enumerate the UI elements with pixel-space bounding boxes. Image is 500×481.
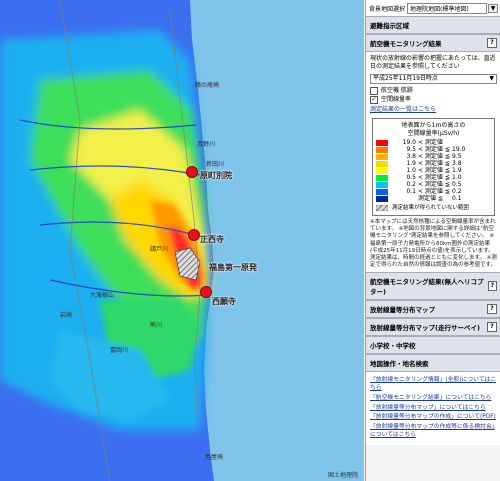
map-area[interactable]: 原町別院 正西寺 福島第一原発 西願寺 鶴の尾崎 真野川 新田川 請戸川 熊川 … (0, 0, 364, 481)
legend-row: 測定値 ≦ 0.1 (376, 195, 491, 203)
legend-title-2: 空間線量率(μSv/h) (407, 129, 460, 137)
label-futaba: 正西寺 (200, 235, 224, 244)
check-dose-rate[interactable]: ✓ 空間線量率 (370, 96, 497, 105)
label-okawa: 大滝根山 (90, 292, 115, 299)
marker-futaba[interactable] (188, 229, 200, 241)
chevron-down-icon[interactable]: ▼ (488, 4, 498, 13)
label-mano: 真野川 (197, 141, 216, 148)
hatch-swatch (376, 205, 388, 212)
evacuation-header[interactable]: 避難指示区域 (366, 16, 500, 34)
label-npp: 福島第一原発 (209, 263, 257, 272)
legend-swatch (376, 196, 388, 203)
label-kuma: 熊川 (150, 322, 163, 329)
legend-box: 地表面から1mの高さの 空間線量率(μSv/h) 19.0 < 測定値 9.5 < 測… (372, 117, 495, 217)
checkbox-checked-icon[interactable]: ✓ (370, 96, 378, 105)
help-icon[interactable]: ? (487, 281, 497, 292)
legend-low: 0.1 (406, 188, 416, 196)
background-label: 背景地図選択 (369, 6, 406, 13)
legend-swatch (376, 154, 388, 161)
legend-swatch (376, 182, 388, 189)
help-icon[interactable]: ? (487, 322, 497, 333)
date-value: 平成25年11月19日時点 (373, 75, 438, 83)
check-flight-path[interactable]: 航空機 航跡 (370, 87, 497, 96)
legend-swatch (376, 161, 388, 168)
map-attribution: 国土地理院 (327, 472, 358, 479)
dist-map-car-header[interactable]: 放射線量等分布マップ(走行サーベイ) ? (366, 318, 500, 337)
label-iwaki: 岩崎 (60, 312, 73, 319)
legend-high: 0.1 (452, 195, 462, 203)
link-dist-pdf[interactable]: 「放射線量等分布マップの作成」について(PDF) (370, 414, 497, 422)
aerial-header[interactable]: 航空機モニタリング結果 ? (366, 34, 500, 52)
label-torinoko: 鳥屋崎 (205, 454, 224, 461)
legend-title-1: 地表面から1mの高さの (401, 121, 466, 129)
date-select[interactable]: 平成25年11月19日時点 ▼ (370, 74, 497, 85)
marker-odaka[interactable] (186, 166, 198, 178)
legend-hatch-row: 測定結果が得られていない範囲 (376, 205, 491, 212)
chevron-down-icon: ▼ (489, 75, 494, 83)
background-select[interactable]: 地理院地図(標準地図) (407, 3, 487, 14)
notes-text: ※本マップには天然核種による空間線量率が含まれています。 ※地図の背景地図に関す… (370, 219, 497, 269)
search-header[interactable]: 地図操作・地名検索 (366, 354, 500, 373)
links-list: 「放射線モニタリング情報」(全般)についてはこちら 「航空機モニタリング結果」に… (366, 372, 500, 445)
legend-swatch (376, 175, 388, 182)
label-niida: 新田川 (206, 161, 225, 168)
link-aerial[interactable]: 「航空機モニタリング結果」についてはこちら (370, 395, 497, 403)
map-canvas[interactable] (0, 0, 364, 481)
link-committee[interactable]: 「放射線量等分布マップの作成等に係る検討会」についてはこちら (370, 424, 497, 440)
link-dist-map[interactable]: 「放射線量等分布マップ」についてはこちら (370, 405, 497, 413)
side-panel: 背景地図選択 地理院地図(標準地図) ▼ 避難指示区域 航空機モニタリング結果 … (365, 0, 500, 481)
legend-swatch (376, 147, 388, 154)
aerial-intro: 現状の放射線の影響の把握にあたっては、直近日の測定結果を参照してください (370, 55, 496, 71)
legend-swatch (376, 189, 388, 196)
legend-swatch (376, 168, 388, 175)
help-icon[interactable]: ? (487, 38, 497, 48)
label-okuma: 西願寺 (212, 297, 236, 306)
aerial-unmanned-header[interactable]: 航空機モニタリング結果(無人ヘリコプター) ? (366, 272, 500, 301)
schools-header[interactable]: 小学校・中学校 (366, 336, 500, 355)
label-ukedo: 請戸川 (150, 246, 169, 253)
checkbox-unchecked-icon[interactable] (370, 87, 378, 96)
legend-swatch (376, 140, 388, 147)
aerial-body: 現状の放射線の影響の把握にあたっては、直近日の測定結果を参照してください 平成2… (366, 52, 500, 273)
dist-map-header[interactable]: 放射線量等分布マップ ? (366, 300, 500, 319)
marker-okuma[interactable] (200, 286, 212, 298)
label-tomioka: 富岡川 (110, 347, 129, 354)
label-nibetake: 鶴の尾崎 (195, 82, 220, 89)
link-monitoring[interactable]: 「放射線モニタリング情報」(全般)についてはこちら (370, 377, 497, 393)
background-selector[interactable]: 背景地図選択 地理院地図(標準地図) ▼ (366, 0, 500, 16)
legend-op: 測定値 ≦ (418, 195, 443, 203)
help-icon[interactable]: ? (487, 304, 497, 315)
label-odaka: 原町別院 (200, 171, 232, 180)
link-result-list[interactable]: 測定結果の一覧はこちら (370, 106, 497, 114)
